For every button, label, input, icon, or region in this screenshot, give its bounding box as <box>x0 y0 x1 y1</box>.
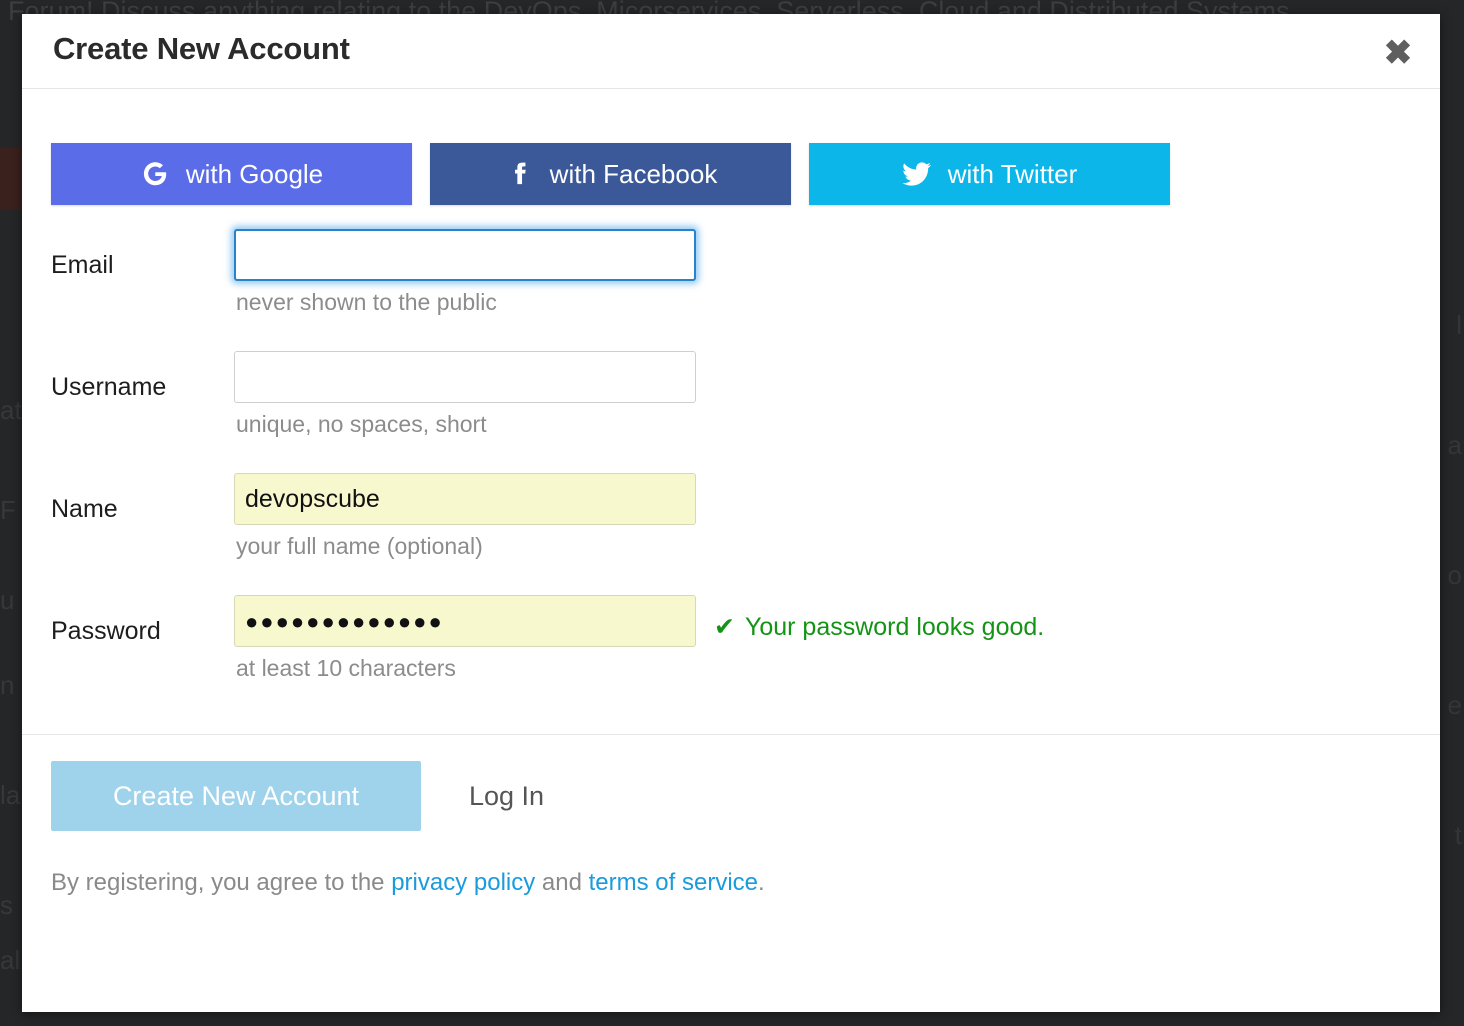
privacy-policy-link[interactable]: privacy policy <box>391 869 535 896</box>
signup-with-google-label: with Google <box>185 158 324 189</box>
signup-form: Email never shown to the public Username… <box>22 229 1440 717</box>
password-field-hint: at least 10 characters <box>236 655 456 681</box>
field-row-name: Name your full name (optional) <box>22 473 1440 595</box>
modal-body: with Google with Facebook with Twitter E… <box>22 89 1440 734</box>
signup-with-google-button[interactable]: with Google <box>51 143 412 205</box>
signup-with-facebook-label: with Facebook <box>549 158 718 189</box>
username-field-hint: unique, no spaces, short <box>236 411 487 437</box>
password-validation-text: Your password looks good. <box>744 613 1045 641</box>
background-fragment-left-2: F <box>0 495 16 525</box>
background-fragment-left-3: u <box>0 585 15 615</box>
background-fragment-right-2: a <box>1447 430 1462 460</box>
submit-row: Create New Account Log In <box>51 761 544 831</box>
google-icon <box>140 159 170 189</box>
name-field-label: Name <box>51 495 118 523</box>
twitter-icon <box>902 159 932 189</box>
background-fragment-left-5: la <box>0 780 21 810</box>
email-field-hint: never shown to the public <box>236 289 497 315</box>
background-fragment-right-3: o <box>1447 560 1462 590</box>
email-field[interactable] <box>234 229 696 281</box>
signup-with-facebook-button[interactable]: with Facebook <box>430 143 791 205</box>
field-row-password: Password ●●●●●●●●●●●●● at least 10 chara… <box>22 595 1440 717</box>
name-field-hint: your full name (optional) <box>236 533 483 559</box>
background-fragment-left-4: n <box>0 670 15 700</box>
username-field-wrap: unique, no spaces, short <box>234 351 696 438</box>
email-field-wrap: never shown to the public <box>234 229 696 316</box>
legal-suffix: . <box>758 869 765 896</box>
name-field[interactable] <box>234 473 696 525</box>
username-field[interactable] <box>234 351 696 403</box>
field-row-username: Username unique, no spaces, short <box>22 351 1440 473</box>
username-field-label: Username <box>51 373 167 401</box>
background-fragment-right-4: e <box>1447 690 1462 720</box>
close-icon[interactable]: ✖ <box>1376 31 1420 75</box>
check-icon: ✔ <box>714 613 735 641</box>
background-fragment-right-1: l <box>1456 310 1462 340</box>
password-field[interactable]: ●●●●●●●●●●●●● <box>234 595 696 647</box>
password-field-label: Password <box>51 617 161 645</box>
password-validation-message: ✔ Your password looks good. <box>714 613 1044 642</box>
background-fragment-right-5: t <box>1454 820 1462 850</box>
signup-with-twitter-label: with Twitter <box>947 158 1078 189</box>
name-field-wrap: your full name (optional) <box>234 473 696 560</box>
legal-disclaimer: By registering, you agree to the privacy… <box>51 869 765 897</box>
background-fragment-left-7: al <box>0 945 21 975</box>
field-row-email: Email never shown to the public <box>22 229 1440 351</box>
terms-of-service-link[interactable]: terms of service <box>589 869 758 896</box>
create-account-modal: Create New Account ✖ with Google with Fa… <box>22 14 1440 1012</box>
background-decoration-block <box>0 148 22 210</box>
modal-header: Create New Account ✖ <box>22 14 1440 89</box>
create-account-submit-button[interactable]: Create New Account <box>51 761 421 831</box>
password-field-wrap: ●●●●●●●●●●●●● at least 10 characters <box>234 595 696 682</box>
log-in-link[interactable]: Log In <box>469 781 544 812</box>
modal-footer: Create New Account Log In By registering… <box>22 734 1440 1009</box>
legal-prefix: By registering, you agree to the <box>51 869 392 896</box>
facebook-icon <box>504 159 534 189</box>
page-title: Create New Account <box>53 31 350 66</box>
signup-with-twitter-button[interactable]: with Twitter <box>809 143 1170 205</box>
legal-middle: and <box>535 869 589 896</box>
email-field-label: Email <box>51 251 114 279</box>
background-fragment-left-6: s <box>0 890 13 920</box>
social-signup-row: with Google with Facebook with Twitter <box>51 143 1170 205</box>
